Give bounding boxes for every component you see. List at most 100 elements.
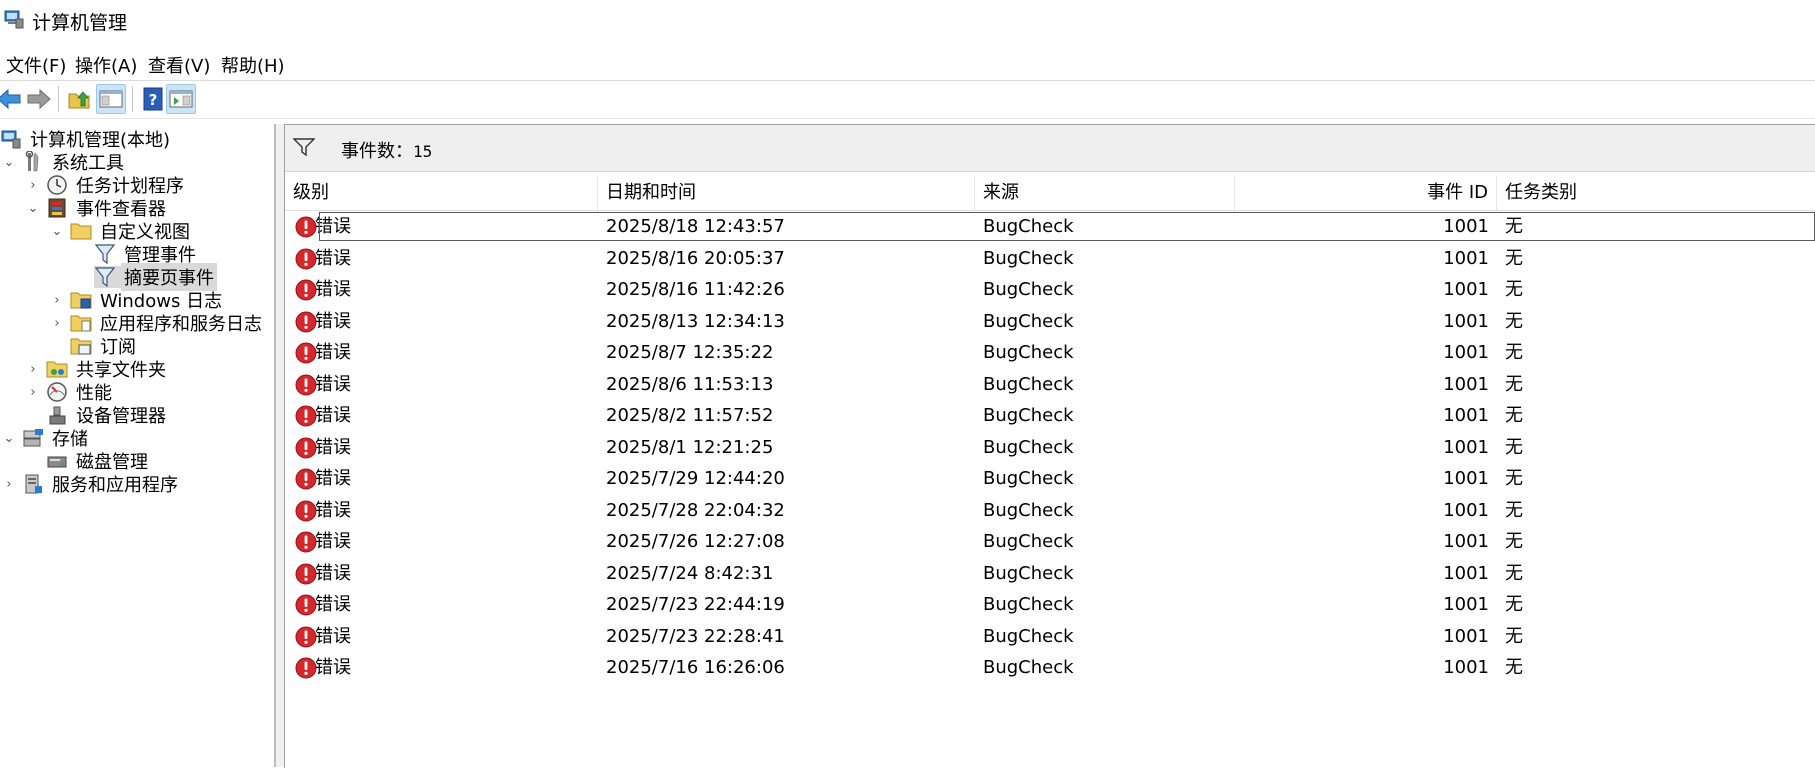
source-cell: BugCheck bbox=[983, 247, 1074, 269]
table-header: 级别 日期和时间 来源 事件 ID 任务类别 bbox=[285, 176, 1815, 211]
tree-node-services-apps[interactable]: › 服务和应用程序 bbox=[2, 471, 181, 497]
table-row[interactable]: 错误 2025/8/13 12:34:13 BugCheck 1001 无 bbox=[285, 306, 1815, 338]
event-table-body: 错误 2025/8/18 12:43:57 BugCheck 1001 无错误 2025/… bbox=[285, 211, 1815, 684]
event-count: 事件数：15 bbox=[341, 137, 432, 163]
source-cell: BugCheck bbox=[983, 310, 1074, 332]
chevron-down-icon[interactable]: ⌄ bbox=[2, 149, 16, 175]
folder-icon bbox=[70, 220, 92, 242]
source-cell: BugCheck bbox=[983, 594, 1074, 615]
column-header-level[interactable]: 级别 bbox=[285, 176, 598, 210]
event-id-cell: 1001 bbox=[1443, 562, 1489, 584]
show-hide-action-pane-button[interactable] bbox=[166, 84, 196, 114]
computer-management-icon bbox=[4, 10, 24, 29]
level-cell: 错误 bbox=[315, 499, 351, 521]
chevron-right-icon[interactable]: › bbox=[2, 471, 16, 497]
title-bar: 计算机管理 bbox=[0, 0, 1815, 40]
datetime-cell: 2025/7/23 22:28:41 bbox=[606, 625, 785, 647]
table-row[interactable]: 错误 2025/7/23 22:44:19 BugCheck 1001 无 bbox=[285, 589, 1815, 621]
datetime-cell: 2025/7/16 16:26:06 bbox=[606, 657, 785, 678]
task-category-cell: 无 bbox=[1505, 625, 1523, 647]
task-category-cell: 无 bbox=[1505, 499, 1523, 521]
table-row[interactable]: 错误 2025/7/16 16:26:06 BugCheck 1001 无 bbox=[285, 652, 1815, 684]
event-id-cell: 1001 bbox=[1443, 247, 1489, 269]
event-id-cell: 1001 bbox=[1443, 310, 1489, 332]
level-cell: 错误 bbox=[315, 342, 351, 363]
event-id-cell: 1001 bbox=[1443, 657, 1489, 678]
error-icon bbox=[295, 626, 317, 647]
error-icon bbox=[295, 405, 317, 427]
task-category-cell: 无 bbox=[1505, 342, 1523, 363]
column-header-datetime[interactable]: 日期和时间 bbox=[598, 176, 975, 210]
error-icon bbox=[295, 311, 317, 332]
chevron-down-icon[interactable]: ⌄ bbox=[26, 195, 40, 221]
column-header-task-category[interactable]: 任务类别 bbox=[1497, 176, 1815, 210]
show-hide-console-tree-button[interactable] bbox=[96, 84, 126, 114]
menu-file[interactable]: 文件(F) bbox=[4, 52, 68, 78]
event-id-cell: 1001 bbox=[1443, 342, 1489, 363]
source-cell: BugCheck bbox=[983, 562, 1074, 584]
table-row[interactable]: 错误 2025/7/29 12:44:20 BugCheck 1001 无 bbox=[285, 463, 1815, 495]
level-cell: 错误 bbox=[315, 531, 351, 552]
filter-icon bbox=[94, 243, 116, 265]
datetime-cell: 2025/8/18 12:43:57 bbox=[606, 216, 785, 237]
menu-action[interactable]: 操作(A) bbox=[73, 52, 139, 78]
subscription-icon bbox=[70, 335, 92, 357]
table-row[interactable]: 错误 2025/8/16 20:05:37 BugCheck 1001 无 bbox=[285, 243, 1815, 275]
menu-bar: 文件(F) 操作(A) 查看(V) 帮助(H) bbox=[0, 46, 1815, 78]
column-header-source[interactable]: 来源 bbox=[975, 176, 1235, 210]
menu-help[interactable]: 帮助(H) bbox=[219, 52, 287, 78]
table-row[interactable]: 错误 2025/7/28 22:04:32 BugCheck 1001 无 bbox=[285, 495, 1815, 527]
table-row[interactable]: 错误 2025/7/24 8:42:31 BugCheck 1001 无 bbox=[285, 558, 1815, 590]
error-icon bbox=[295, 437, 317, 458]
source-cell: BugCheck bbox=[983, 625, 1074, 647]
datetime-cell: 2025/7/24 8:42:31 bbox=[606, 562, 774, 584]
level-cell: 错误 bbox=[315, 562, 351, 584]
event-count-label: 事件数： bbox=[341, 141, 413, 162]
task-category-cell: 无 bbox=[1505, 216, 1523, 237]
source-cell: BugCheck bbox=[983, 436, 1074, 458]
table-row[interactable]: 错误 2025/8/2 11:57:52 BugCheck 1001 无 bbox=[285, 400, 1815, 432]
svg-text:?: ? bbox=[149, 91, 158, 109]
up-one-level-button[interactable] bbox=[64, 84, 94, 114]
event-list-pane: 事件数：15 级别 日期和时间 来源 事件 ID 任务类别 错误 2025/8/1… bbox=[284, 124, 1815, 768]
error-icon bbox=[295, 657, 317, 679]
source-cell: BugCheck bbox=[983, 531, 1074, 552]
tree-label: 服务和应用程序 bbox=[52, 475, 178, 496]
datetime-cell: 2025/8/13 12:34:13 bbox=[606, 310, 785, 332]
table-row[interactable]: 错误 2025/7/23 22:28:41 BugCheck 1001 无 bbox=[285, 621, 1815, 653]
clock-icon bbox=[46, 174, 68, 196]
table-row[interactable]: 错误 2025/7/26 12:27:08 BugCheck 1001 无 bbox=[285, 526, 1815, 558]
event-id-cell: 1001 bbox=[1443, 594, 1489, 615]
computer-management-icon bbox=[0, 128, 22, 150]
table-row[interactable]: 错误 2025/8/18 12:43:57 BugCheck 1001 无 bbox=[285, 211, 1815, 243]
level-cell: 错误 bbox=[315, 436, 351, 458]
show-action-pane-icon bbox=[169, 90, 193, 108]
chevron-down-icon[interactable]: ⌄ bbox=[2, 425, 16, 451]
event-viewer-icon bbox=[46, 197, 68, 219]
storage-icon bbox=[22, 427, 44, 449]
level-cell: 错误 bbox=[315, 216, 351, 237]
menu-view[interactable]: 查看(V) bbox=[146, 52, 212, 78]
source-cell: BugCheck bbox=[983, 216, 1074, 237]
toolbar-separator bbox=[132, 86, 133, 112]
table-row[interactable]: 错误 2025/8/1 12:21:25 BugCheck 1001 无 bbox=[285, 432, 1815, 464]
event-id-cell: 1001 bbox=[1443, 531, 1489, 552]
table-row[interactable]: 错误 2025/8/7 12:35:22 BugCheck 1001 无 bbox=[285, 337, 1815, 369]
table-row[interactable]: 错误 2025/8/16 11:42:26 BugCheck 1001 无 bbox=[285, 274, 1815, 306]
source-cell: BugCheck bbox=[983, 468, 1074, 489]
menu-divider bbox=[0, 80, 1815, 81]
console-tree: 计算机管理(本地) ⌄ 系统工具 › 任务计划程序 ⌄ 事件查看器 ⌄ 自定义视… bbox=[0, 124, 276, 767]
table-row[interactable]: 错误 2025/8/6 11:53:13 BugCheck 1001 无 bbox=[285, 369, 1815, 401]
chevron-down-icon[interactable]: ⌄ bbox=[50, 218, 64, 244]
filter-icon bbox=[293, 138, 315, 157]
task-category-cell: 无 bbox=[1505, 310, 1523, 332]
pane-splitter[interactable] bbox=[276, 124, 284, 767]
source-cell: BugCheck bbox=[983, 405, 1074, 426]
datetime-cell: 2025/8/2 11:57:52 bbox=[606, 405, 774, 426]
back-button[interactable] bbox=[0, 84, 24, 114]
column-header-event-id[interactable]: 事件 ID bbox=[1235, 176, 1497, 210]
forward-button[interactable] bbox=[24, 84, 54, 114]
source-cell: BugCheck bbox=[983, 373, 1074, 395]
help-button[interactable]: ? bbox=[138, 84, 168, 114]
level-cell: 错误 bbox=[315, 625, 351, 647]
